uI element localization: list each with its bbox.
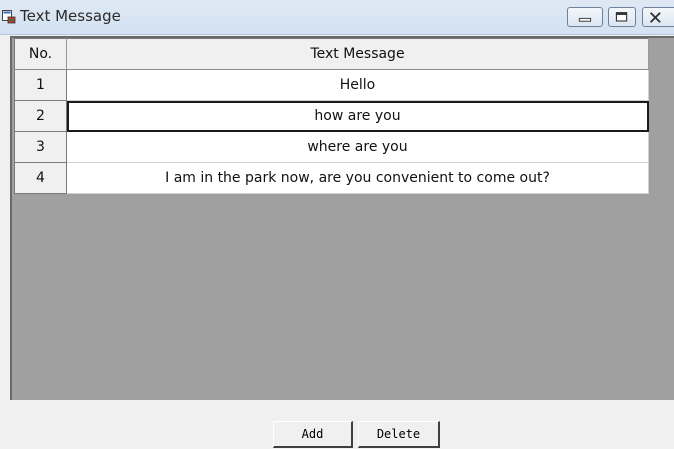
app-window-icon — [2, 9, 16, 24]
maximize-button[interactable] — [608, 7, 636, 27]
table-row[interactable]: 2 how are you — [14, 100, 649, 132]
title-bar[interactable]: Text Message — [0, 0, 674, 35]
table-row[interactable]: 3 where are you — [14, 131, 649, 163]
row-number[interactable]: 1 — [14, 69, 67, 101]
close-icon — [649, 12, 661, 23]
table-row[interactable]: 1 Hello — [14, 69, 649, 101]
message-cell[interactable]: I am in the park now, are you convenient… — [66, 162, 649, 194]
message-cell[interactable]: where are you — [66, 131, 649, 163]
minimize-icon — [578, 17, 592, 22]
message-grid[interactable]: No. Text Message 1 Hello 2 how are you 3… — [10, 36, 674, 400]
table-row[interactable]: 4 I am in the park now, are you convenie… — [14, 162, 649, 194]
window-title: Text Message — [20, 7, 121, 25]
delete-button[interactable]: Delete — [358, 421, 440, 448]
row-number[interactable]: 4 — [14, 162, 67, 194]
column-header-no[interactable]: No. — [14, 38, 67, 70]
close-button[interactable] — [642, 7, 674, 27]
message-cell[interactable]: Hello — [66, 69, 649, 101]
row-number[interactable]: 2 — [14, 100, 67, 132]
maximize-icon — [615, 12, 628, 22]
column-header-text-message[interactable]: Text Message — [66, 38, 649, 70]
message-table: No. Text Message 1 Hello 2 how are you 3… — [14, 38, 649, 194]
table-header-row: No. Text Message — [14, 38, 649, 70]
row-number[interactable]: 3 — [14, 131, 67, 163]
add-button[interactable]: Add — [273, 421, 353, 448]
minimize-button[interactable] — [567, 7, 603, 27]
text-message-window: Text Message No. Text Message 1 Hello 2 … — [0, 0, 674, 449]
message-cell-selected[interactable]: how are you — [66, 100, 649, 132]
